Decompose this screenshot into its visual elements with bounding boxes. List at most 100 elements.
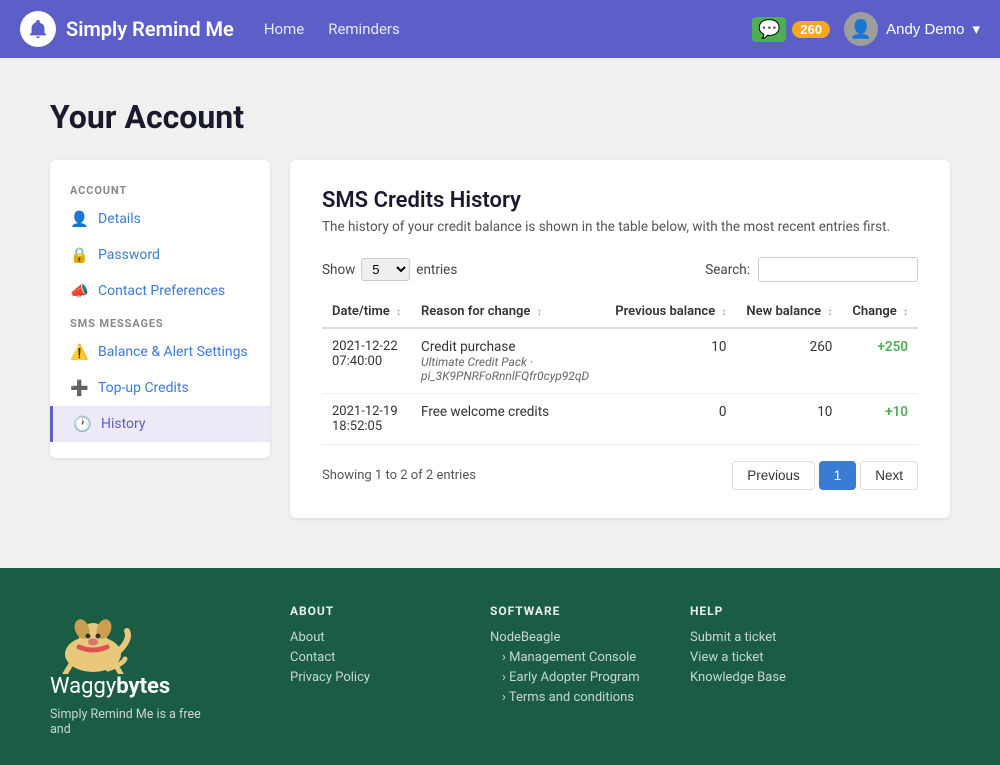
footer-logo-text: Waggybytes xyxy=(50,674,250,699)
reason-sub-1: Ultimate Credit Pack · pi_3K9PNRFoRnnlFQ… xyxy=(421,355,595,383)
nav-home[interactable]: Home xyxy=(264,20,304,38)
cell-datetime-1: 2021-12-22 07:40:00 xyxy=(322,328,411,394)
history-icon: 🕐 xyxy=(73,415,91,433)
footer-earlyadopter-link[interactable]: › Early Adopter Program xyxy=(490,670,650,685)
bell-icon xyxy=(27,18,49,40)
sidebar-label-details: Details xyxy=(98,211,141,227)
table-header-row: Date/time ↕ Reason for change ↕ Previous… xyxy=(322,296,918,328)
user-menu-button[interactable]: 👤 Andy Demo ▾ xyxy=(844,12,980,46)
page-wrapper: Your Account ACCOUNT 👤 Details 🔒 Passwor… xyxy=(0,58,1000,568)
datetime-date-1: 2021-12-22 xyxy=(332,339,398,354)
panel-subtitle: The history of your credit balance is sh… xyxy=(322,219,918,235)
cell-prev-balance-1: 10 xyxy=(605,328,736,394)
sort-icon-prev-balance: ↕ xyxy=(721,307,726,318)
footer-terms-link[interactable]: › Terms and conditions xyxy=(490,690,650,705)
footer-privacy-link[interactable]: Privacy Policy xyxy=(290,670,450,685)
sidebar-item-balance-alert[interactable]: ⚠️ Balance & Alert Settings xyxy=(50,334,270,370)
footer-about-title: ABOUT xyxy=(290,604,450,618)
sidebar-item-details[interactable]: 👤 Details xyxy=(50,201,270,237)
sidebar-item-topup[interactable]: ➕ Top-up Credits xyxy=(50,370,270,406)
footer-nodebeagle-link[interactable]: NodeBeagle xyxy=(490,630,650,645)
search-control: Search: xyxy=(705,257,918,282)
search-label: Search: xyxy=(705,262,750,278)
sidebar-item-contact-preferences[interactable]: 📣 Contact Preferences xyxy=(50,273,270,309)
table-row: 2021-12-22 07:40:00 Credit purchase Ulti… xyxy=(322,328,918,394)
nav-links: Home Reminders xyxy=(264,20,752,38)
sidebar: ACCOUNT 👤 Details 🔒 Password 📣 Contact P… xyxy=(50,160,270,458)
entries-select[interactable]: 5 10 25 50 xyxy=(361,258,410,281)
pagination-buttons: Previous 1 Next xyxy=(732,461,918,490)
sort-icon-change: ↕ xyxy=(903,307,908,318)
previous-button[interactable]: Previous xyxy=(732,461,815,490)
footer-knowledge-base-link[interactable]: Knowledge Base xyxy=(690,670,850,685)
pagination-area: Showing 1 to 2 of 2 entries Previous 1 N… xyxy=(322,461,918,490)
col-change: Change ↕ xyxy=(842,296,918,328)
chat-icon: 💬 xyxy=(752,17,786,42)
cell-new-balance-1: 260 xyxy=(736,328,842,394)
cell-datetime-2: 2021-12-19 18:52:05 xyxy=(322,394,411,445)
footer-about-link[interactable]: About xyxy=(290,630,450,645)
footer-columns: ABOUT About Contact Privacy Policy SOFTW… xyxy=(290,604,950,737)
footer-mgmt-link[interactable]: › Management Console xyxy=(490,650,650,665)
col-new-balance: New balance ↕ xyxy=(736,296,842,328)
badge-count: 260 xyxy=(792,21,830,38)
sidebar-label-contact: Contact Preferences xyxy=(98,283,225,299)
sidebar-item-password[interactable]: 🔒 Password xyxy=(50,237,270,273)
dropdown-arrow-icon: ▾ xyxy=(972,20,980,38)
cell-reason-1: Credit purchase Ultimate Credit Pack · p… xyxy=(411,328,605,394)
footer-brand: Waggybytes Simply Remind Me is a free an… xyxy=(50,604,250,737)
entries-label: entries xyxy=(416,262,457,278)
brand-link[interactable]: Simply Remind Me xyxy=(20,11,234,47)
search-input[interactable] xyxy=(758,257,918,282)
reason-main-2: Free welcome credits xyxy=(421,404,595,420)
reason-main-1: Credit purchase xyxy=(421,339,595,355)
waggybytes-logo xyxy=(50,604,135,674)
footer-view-ticket-link[interactable]: View a ticket xyxy=(690,650,850,665)
sidebar-label-history: History xyxy=(101,416,146,432)
next-button[interactable]: Next xyxy=(860,461,918,490)
sort-icon-datetime: ↕ xyxy=(396,307,401,318)
username: Andy Demo xyxy=(886,21,964,38)
megaphone-icon: 📣 xyxy=(70,282,88,300)
sidebar-section-account: ACCOUNT xyxy=(50,176,270,201)
cell-change-2: +10 xyxy=(842,394,918,445)
dog-svg xyxy=(53,609,133,674)
col-reason: Reason for change ↕ xyxy=(411,296,605,328)
footer-tagline: Simply Remind Me is a free and xyxy=(50,707,220,737)
col-datetime: Date/time ↕ xyxy=(322,296,411,328)
cell-reason-2: Free welcome credits xyxy=(411,394,605,445)
sidebar-label-password: Password xyxy=(98,247,160,263)
credits-table: Date/time ↕ Reason for change ↕ Previous… xyxy=(322,296,918,445)
sort-icon-reason: ↕ xyxy=(537,307,542,318)
user-icon: 👤 xyxy=(70,210,88,228)
avatar: 👤 xyxy=(844,12,878,46)
chat-badge-button[interactable]: 💬 260 xyxy=(752,17,830,42)
footer-contact-link[interactable]: Contact xyxy=(290,650,450,665)
cell-new-balance-2: 10 xyxy=(736,394,842,445)
footer: Waggybytes Simply Remind Me is a free an… xyxy=(0,568,1000,765)
brand-name: Simply Remind Me xyxy=(66,17,234,41)
navbar: Simply Remind Me Home Reminders 💬 260 👤 … xyxy=(0,0,1000,58)
table-row: 2021-12-19 18:52:05 Free welcome credits… xyxy=(322,394,918,445)
account-layout: ACCOUNT 👤 Details 🔒 Password 📣 Contact P… xyxy=(50,160,950,518)
datetime-time-2: 18:52:05 xyxy=(332,419,382,434)
footer-software-title: SOFTWARE xyxy=(490,604,650,618)
sidebar-section-sms: SMS MESSAGES xyxy=(50,309,270,334)
panel-title: SMS Credits History xyxy=(322,188,918,213)
sidebar-item-history[interactable]: 🕐 History xyxy=(50,406,270,442)
brand-icon xyxy=(20,11,56,47)
show-label: Show xyxy=(322,262,355,278)
footer-col-about: ABOUT About Contact Privacy Policy xyxy=(290,604,450,737)
page-1-button[interactable]: 1 xyxy=(819,461,857,490)
datetime-date-2: 2021-12-19 xyxy=(332,404,398,419)
navbar-right: 💬 260 👤 Andy Demo ▾ xyxy=(752,12,980,46)
sidebar-label-balance: Balance & Alert Settings xyxy=(98,344,248,360)
showing-info: Showing 1 to 2 of 2 entries xyxy=(322,468,476,483)
show-entries: Show 5 10 25 50 entries xyxy=(322,258,457,281)
footer-submit-ticket-link[interactable]: Submit a ticket xyxy=(690,630,850,645)
nav-reminders[interactable]: Reminders xyxy=(328,20,400,38)
footer-col-software: SOFTWARE NodeBeagle › Management Console… xyxy=(490,604,650,737)
footer-col-help: HELP Submit a ticket View a ticket Knowl… xyxy=(690,604,850,737)
footer-help-title: HELP xyxy=(690,604,850,618)
datetime-time-1: 07:40:00 xyxy=(332,354,382,369)
